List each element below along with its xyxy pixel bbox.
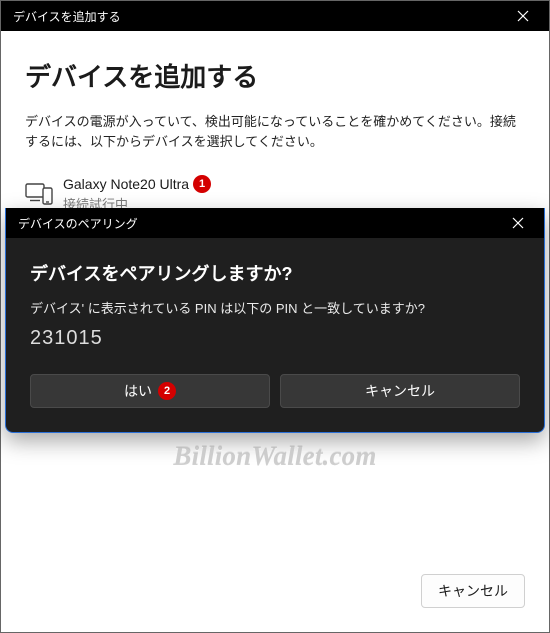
footer-cancel-label: キャンセル	[438, 581, 508, 601]
pairing-button-row: はい 2 キャンセル	[30, 374, 520, 408]
footer-bar: キャンセル	[1, 556, 549, 632]
pairing-cancel-label: キャンセル	[365, 381, 435, 401]
pairing-yes-label: はい	[124, 381, 152, 401]
pairing-heading: デバイスをペアリングしますか?	[30, 260, 520, 286]
pairing-pin: 231015	[30, 327, 520, 350]
close-icon	[517, 10, 529, 22]
pairing-title: デバイスのペアリング	[18, 215, 498, 232]
devices-icon	[25, 183, 53, 205]
window-close-button[interactable]	[503, 2, 543, 30]
window-titlebar: デバイスを追加する	[1, 1, 549, 31]
watermark: BillionWallet.com	[1, 441, 549, 472]
pairing-titlebar: デバイスのペアリング	[6, 208, 544, 238]
footer-cancel-button[interactable]: キャンセル	[421, 574, 525, 608]
pairing-dialog: デバイスのペアリング デバイスをペアリングしますか? デバイス' に表示されてい…	[5, 208, 545, 433]
add-device-window: デバイスを追加する デバイスを追加する デバイスの電源が入っていて、検出可能にな…	[0, 0, 550, 633]
close-icon	[512, 217, 524, 229]
main-content: デバイスを追加する デバイスの電源が入っていて、検出可能になっていることを確かめ…	[1, 31, 549, 223]
pairing-cancel-button[interactable]: キャンセル	[280, 374, 520, 408]
device-name: Galaxy Note20 Ultra	[63, 176, 189, 192]
pairing-close-button[interactable]	[498, 209, 538, 237]
step-badge-2: 2	[158, 382, 176, 400]
page-description: デバイスの電源が入っていて、検出可能になっていることを確かめてください。接続する…	[25, 112, 525, 151]
pairing-body: デバイスをペアリングしますか? デバイス' に表示されている PIN は以下の …	[6, 238, 544, 432]
pairing-yes-button[interactable]: はい 2	[30, 374, 270, 408]
pairing-prompt: デバイス' に表示されている PIN は以下の PIN と一致していますか?	[30, 298, 520, 317]
page-heading: デバイスを追加する	[25, 57, 525, 94]
window-title: デバイスを追加する	[13, 8, 503, 25]
step-badge-1: 1	[193, 175, 211, 193]
